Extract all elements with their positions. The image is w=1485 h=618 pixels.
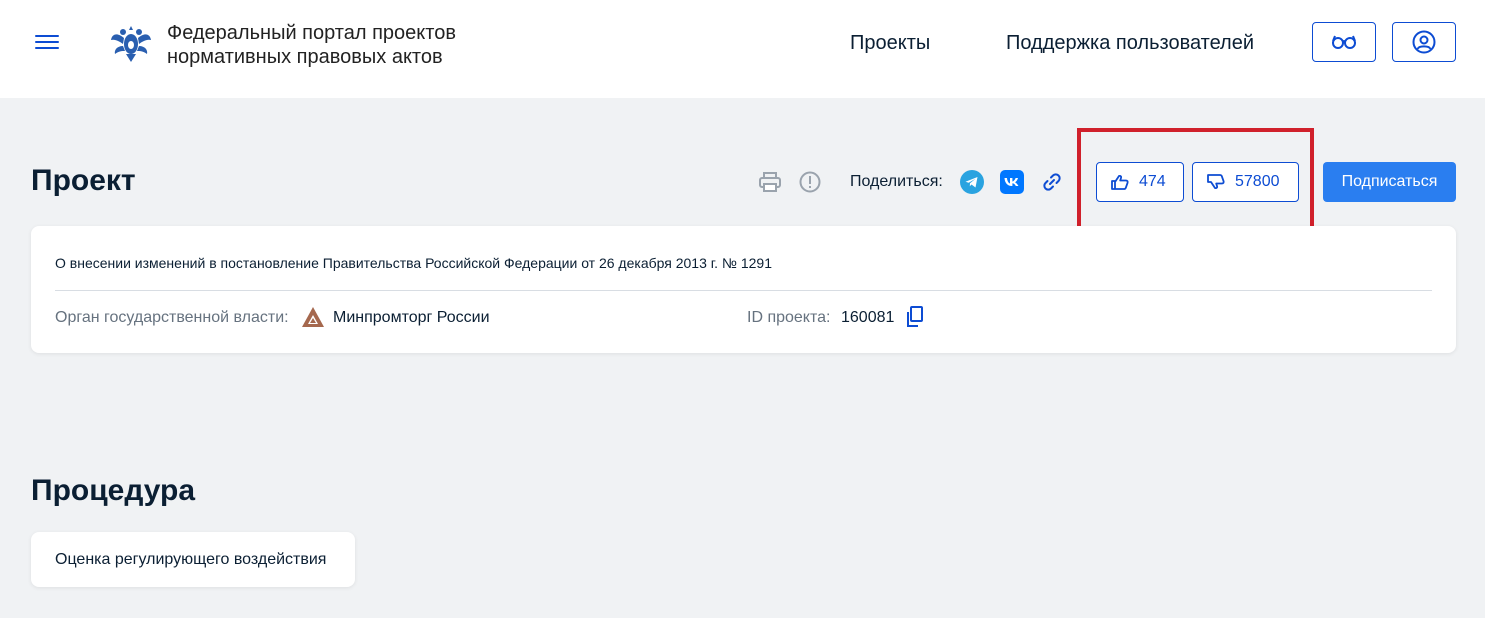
procedure-stage-label: Оценка регулирующего воздействия [55,551,327,568]
ministry-logo-icon [302,307,324,327]
profile-button[interactable] [1392,22,1456,62]
copy-icon[interactable] [905,306,925,328]
portal-title[interactable]: Федеральный портал проектов нормативных … [167,21,456,69]
project-id-value: 160081 [841,309,895,326]
vk-icon[interactable] [1000,170,1024,194]
link-icon[interactable] [1040,170,1064,194]
authority-label: Орган государственной власти: [55,309,289,326]
dislike-button[interactable]: 57800 [1192,162,1299,202]
print-icon[interactable] [758,171,782,193]
portal-title-line1: Федеральный портал проектов [167,22,456,44]
portal-title-line2: нормативных правовых актов [167,46,443,68]
project-card: О внесении изменений в постановление Пра… [31,226,1456,353]
authority-value[interactable]: Минпромторг России [333,309,490,327]
dislike-count: 57800 [1235,173,1280,190]
page-title: Проект [31,164,136,197]
site-header: Федеральный портал проектов нормативных … [0,0,1485,98]
divider [55,290,1432,291]
warning-icon[interactable] [798,170,822,194]
procedure-heading: Процедура [31,474,196,507]
thumbs-up-icon [1111,174,1129,190]
project-id-label: ID проекта: [747,309,831,326]
thumbs-down-icon [1207,174,1225,190]
menu-icon[interactable] [35,33,59,51]
nav-support[interactable]: Поддержка пользователей [1006,32,1254,55]
emblem-icon [111,26,151,62]
nav-projects[interactable]: Проекты [850,32,930,55]
share-label: Поделиться: [850,173,943,190]
glasses-icon [1332,35,1356,49]
subscribe-button[interactable]: Подписаться [1323,162,1456,202]
telegram-icon[interactable] [960,170,984,194]
project-title[interactable]: О внесении изменений в постановление Пра… [55,255,772,271]
user-icon [1412,30,1436,54]
like-button[interactable]: 474 [1096,162,1184,202]
procedure-stage-card[interactable]: Оценка регулирующего воздействия [31,532,355,587]
like-count: 474 [1139,173,1166,190]
accessibility-button[interactable] [1312,22,1376,62]
